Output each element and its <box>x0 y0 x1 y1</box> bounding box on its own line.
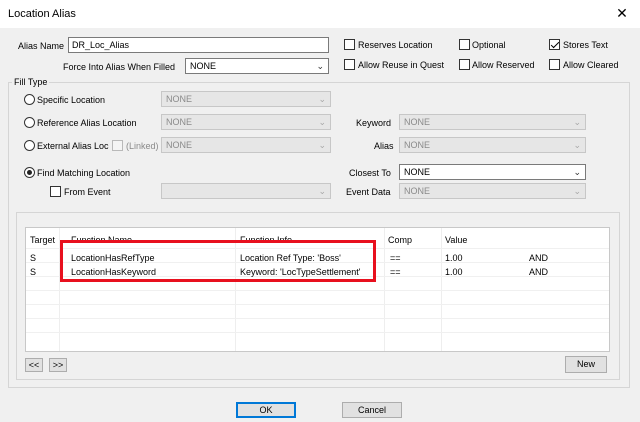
allow-reserved-label: Allow Reserved <box>472 60 535 70</box>
row-divider <box>26 304 609 305</box>
row2-connector[interactable]: AND <box>529 266 548 278</box>
chevron-down-icon: ⌄ <box>318 186 326 196</box>
event-data-select[interactable]: NONE ⌄ <box>399 183 586 199</box>
linked-label: (Linked) <box>126 141 159 151</box>
alias-name-label: Alias Name <box>18 41 65 51</box>
allow-cleared-checkbox[interactable] <box>549 59 560 70</box>
chevron-down-icon: ⌄ <box>318 117 326 127</box>
chevron-down-icon: ⌄ <box>573 117 581 127</box>
row1-value[interactable]: 1.00 <box>445 252 463 264</box>
row2-target[interactable]: S <box>30 266 36 278</box>
row1-comp[interactable]: == <box>390 252 401 264</box>
new-condition-button[interactable]: New <box>565 356 607 373</box>
header-target[interactable]: Target <box>30 234 55 246</box>
event-data-label: Event Data <box>346 187 391 197</box>
find-matching-location-label: Find Matching Location <box>37 168 131 178</box>
from-event-select[interactable]: ⌄ <box>161 183 331 199</box>
alias-label: Alias <box>374 141 394 151</box>
closest-to-label: Closest To <box>349 168 391 178</box>
allow-reuse-checkbox[interactable] <box>344 59 355 70</box>
window-title: Location Alias <box>8 8 76 20</box>
external-alias-loc-select[interactable]: NONE ⌄ <box>161 137 331 153</box>
chevron-down-icon: ⌄ <box>573 186 581 196</box>
scroll-right-button[interactable]: >> <box>49 358 67 372</box>
header-value[interactable]: Value <box>445 234 467 246</box>
from-event-checkbox[interactable] <box>50 186 61 197</box>
reference-alias-location-radio[interactable] <box>24 117 35 128</box>
row2-comp[interactable]: == <box>390 266 401 278</box>
keyword-label: Keyword <box>356 118 392 128</box>
chevron-down-icon: ⌄ <box>573 140 581 150</box>
alias-select[interactable]: NONE ⌄ <box>399 137 586 153</box>
ok-button[interactable]: OK <box>236 402 296 418</box>
force-into-alias-select[interactable]: NONE ⌄ <box>185 58 329 74</box>
specific-location-select[interactable]: NONE ⌄ <box>161 91 331 107</box>
reserves-location-checkbox[interactable] <box>344 39 355 50</box>
stores-text-label: Stores Text <box>563 40 608 50</box>
scroll-left-button[interactable]: << <box>25 358 43 372</box>
allow-reuse-label: Allow Reuse in Quest <box>358 60 445 70</box>
external-alias-loc-label: External Alias Loc <box>37 141 109 151</box>
cancel-button[interactable]: Cancel <box>342 402 402 418</box>
allow-cleared-label: Allow Cleared <box>563 60 619 70</box>
linked-checkbox[interactable] <box>112 140 123 151</box>
force-into-alias-value: NONE <box>190 61 217 71</box>
specific-location-radio[interactable] <box>24 94 35 105</box>
external-alias-loc-value: NONE <box>166 140 193 150</box>
reference-alias-location-select[interactable]: NONE ⌄ <box>161 114 331 130</box>
reference-alias-location-value: NONE <box>166 117 193 127</box>
row-divider <box>26 332 609 333</box>
chevron-down-icon: ⌄ <box>573 167 581 177</box>
highlight-box <box>60 240 376 282</box>
fill-type-label: Fill Type <box>12 76 50 88</box>
force-into-alias-label: Force Into Alias When Filled <box>63 62 176 72</box>
chevron-down-icon: ⌄ <box>318 140 326 150</box>
closest-to-select[interactable]: NONE ⌄ <box>399 164 586 180</box>
alias-value: NONE <box>404 140 431 150</box>
reference-alias-location-label: Reference Alias Location <box>37 118 137 128</box>
specific-location-value: NONE <box>166 94 193 104</box>
row2-value[interactable]: 1.00 <box>445 266 463 278</box>
closest-to-value: NONE <box>404 167 431 177</box>
keyword-select[interactable]: NONE ⌄ <box>399 114 586 130</box>
alias-name-input[interactable]: DR_Loc_Alias <box>68 37 329 53</box>
header-comp[interactable]: Comp <box>388 234 412 246</box>
external-alias-loc-radio[interactable] <box>24 140 35 151</box>
chevron-down-icon: ⌄ <box>316 61 324 71</box>
allow-reserved-checkbox[interactable] <box>459 59 470 70</box>
specific-location-label: Specific Location <box>37 95 106 105</box>
row1-connector[interactable]: AND <box>529 252 548 264</box>
row1-target[interactable]: S <box>30 252 36 264</box>
keyword-value: NONE <box>404 117 431 127</box>
title-bar: Location Alias ✕ <box>0 0 640 28</box>
optional-checkbox[interactable] <box>459 39 470 50</box>
row-divider <box>26 318 609 319</box>
close-icon[interactable]: ✕ <box>610 2 634 24</box>
from-event-label: From Event <box>64 187 111 197</box>
find-matching-location-radio[interactable] <box>24 167 35 178</box>
reserves-location-label: Reserves Location <box>358 40 433 50</box>
optional-label: Optional <box>472 40 506 50</box>
event-data-value: NONE <box>404 186 431 196</box>
stores-text-checkbox[interactable] <box>549 39 560 50</box>
row-divider <box>26 290 609 291</box>
chevron-down-icon: ⌄ <box>318 94 326 104</box>
